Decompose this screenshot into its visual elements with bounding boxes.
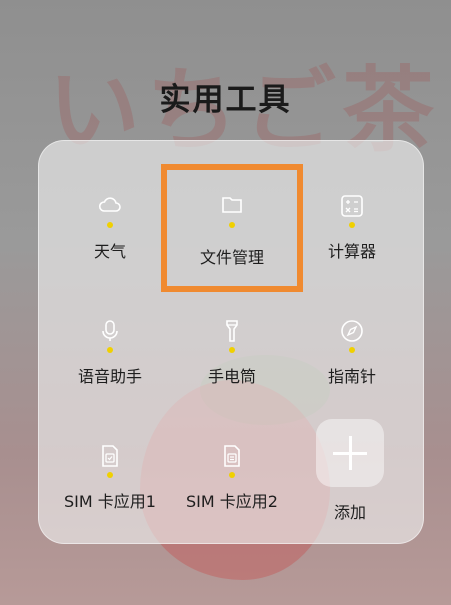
- app-label: 指南针: [327, 367, 376, 386]
- app-label: 手电筒: [207, 367, 256, 386]
- new-badge: [349, 222, 355, 228]
- calculator-icon: [327, 180, 377, 230]
- app-sim-toolkit-1[interactable]: SIM 卡应用1: [50, 430, 170, 512]
- app-sim-toolkit-2[interactable]: SIM 卡应用2: [172, 430, 292, 512]
- app-calculator[interactable]: 计算器: [292, 180, 412, 262]
- sim-card-icon: [85, 430, 135, 480]
- sim-card-icon: [207, 430, 257, 480]
- new-badge: [107, 472, 113, 478]
- add-app-label: 添加: [333, 503, 366, 522]
- app-label: 计算器: [327, 242, 376, 261]
- selection-highlight: [161, 164, 303, 292]
- compass-icon: [327, 305, 377, 355]
- app-weather[interactable]: 天气: [50, 180, 170, 262]
- new-badge: [107, 222, 113, 228]
- app-label: 语音助手: [77, 367, 142, 386]
- new-badge: [229, 347, 235, 353]
- new-badge: [229, 472, 235, 478]
- app-label: 天气: [93, 242, 126, 261]
- app-flashlight[interactable]: 手电筒: [172, 305, 292, 387]
- cloud-icon: [85, 180, 135, 230]
- app-compass[interactable]: 指南针: [292, 305, 412, 387]
- add-app-button[interactable]: [316, 419, 384, 487]
- app-voice-assistant[interactable]: 语音助手: [50, 305, 170, 387]
- flashlight-icon: [207, 305, 257, 355]
- new-badge: [349, 347, 355, 353]
- microphone-icon: [85, 305, 135, 355]
- folder-title[interactable]: 实用工具: [0, 74, 451, 119]
- plus-icon: [349, 436, 352, 470]
- app-label: SIM 卡应用1: [64, 492, 156, 511]
- app-label: SIM 卡应用2: [186, 492, 278, 511]
- new-badge: [107, 347, 113, 353]
